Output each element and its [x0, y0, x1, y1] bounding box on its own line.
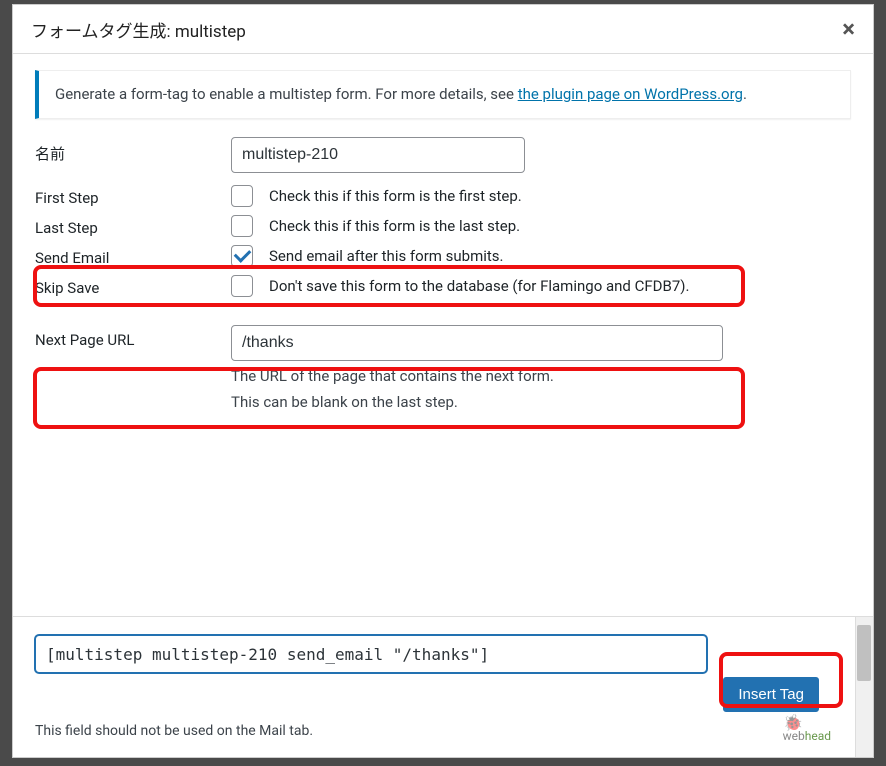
row-send-email: Send Email Send email after this form su…: [35, 243, 851, 267]
modal-body: Generate a form-tag to enable a multiste…: [13, 54, 873, 434]
logo-part1: web: [783, 729, 805, 743]
row-name: 名前: [35, 137, 851, 173]
last-step-desc: Check this if this form is the last step…: [269, 217, 520, 235]
plugin-page-link[interactable]: the plugin page on WordPress.org: [518, 85, 743, 103]
modal-header: フォームタグ生成: multistep ×: [13, 5, 873, 54]
close-icon[interactable]: ×: [842, 15, 855, 43]
logo-part2: head: [805, 729, 831, 743]
scrollbar-thumb[interactable]: [857, 625, 871, 681]
send-email-checkbox[interactable]: [231, 245, 253, 267]
send-email-desc: Send email after this form submits.: [269, 247, 504, 265]
first-step-checkbox[interactable]: [231, 185, 253, 207]
row-skip-save: Skip Save Don't save this form to the da…: [35, 273, 851, 297]
name-input[interactable]: [231, 137, 525, 173]
label-name: 名前: [35, 137, 231, 164]
info-prefix: Generate a form-tag to enable a multiste…: [55, 85, 518, 103]
label-first-step: First Step: [35, 183, 231, 207]
form-tag-generator-modal: フォームタグ生成: multistep × Generate a form-ta…: [12, 4, 874, 758]
skip-save-desc: Don't save this form to the database (fo…: [269, 277, 689, 295]
insert-tag-button[interactable]: Insert Tag: [723, 677, 819, 712]
skip-save-checkbox[interactable]: [231, 275, 253, 297]
label-last-step: Last Step: [35, 213, 231, 237]
next-url-input[interactable]: [231, 325, 723, 361]
first-step-desc: Check this if this form is the first ste…: [269, 187, 522, 205]
modal-footer: Insert Tag This field should not be used…: [13, 616, 873, 757]
generated-tag-input[interactable]: [35, 635, 707, 673]
info-notice: Generate a form-tag to enable a multiste…: [35, 70, 851, 119]
label-next-url: Next Page URL: [35, 325, 231, 349]
row-next-url: Next Page URL The URL of the page that c…: [35, 325, 851, 414]
next-url-help2: This can be blank on the last step.: [231, 391, 851, 414]
next-url-help1: The URL of the page that contains the ne…: [231, 365, 851, 388]
label-send-email: Send Email: [35, 243, 231, 267]
webhead-logo: webhead: [783, 729, 831, 743]
row-last-step: Last Step Check this if this form is the…: [35, 213, 851, 237]
label-skip-save: Skip Save: [35, 273, 231, 297]
info-suffix: .: [743, 85, 747, 103]
last-step-checkbox[interactable]: [231, 215, 253, 237]
modal-title: フォームタグ生成: multistep: [31, 17, 246, 42]
row-first-step: First Step Check this if this form is th…: [35, 183, 851, 207]
webhead-bug-icon: [783, 713, 811, 727]
footer-scrollbar[interactable]: [855, 617, 873, 757]
footer-note: This field should not be used on the Mai…: [35, 723, 851, 739]
info-text: Generate a form-tag to enable a multiste…: [55, 85, 747, 103]
